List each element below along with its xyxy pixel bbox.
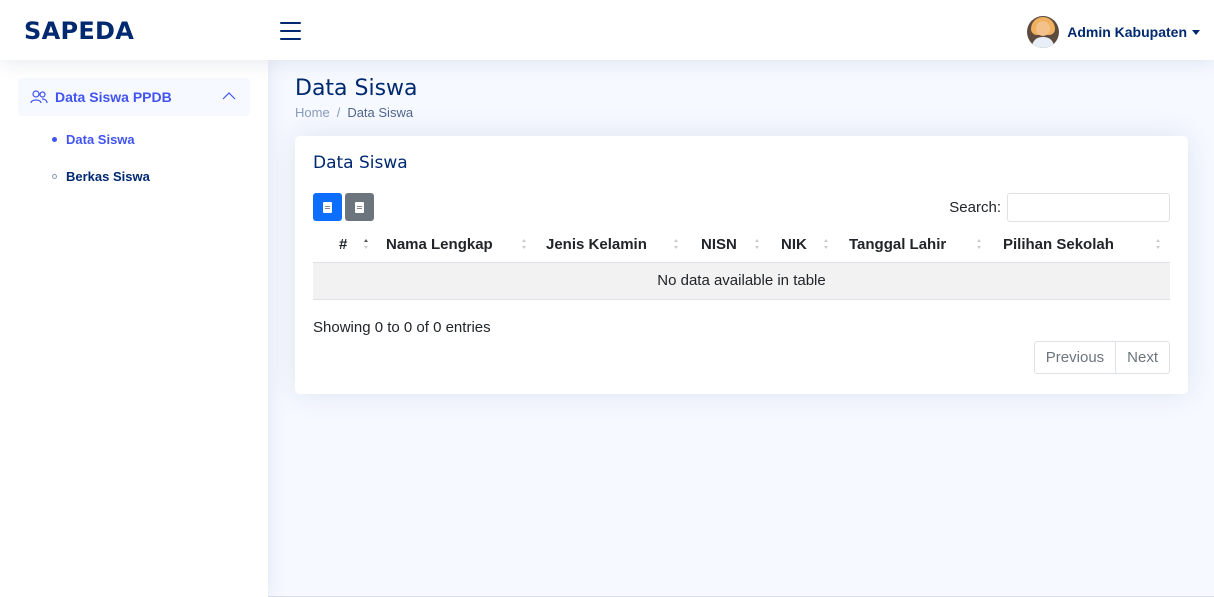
sort-icon (1155, 238, 1162, 252)
column-header-nik[interactable]: NIK (769, 228, 838, 263)
empty-table-message: No data available in table (313, 262, 1170, 300)
people-icon (30, 90, 48, 104)
bullet-icon (52, 136, 57, 142)
chevron-up-icon (222, 92, 236, 100)
profile-dropdown[interactable]: Admin Kabupaten (1027, 16, 1200, 48)
search-box: Search: (949, 193, 1170, 222)
sidebar-item-label: Data Siswa (66, 131, 135, 147)
sidebar-item-data-siswa-ppdb[interactable]: Data Siswa PPDB (18, 78, 250, 116)
data-card: Data Siswa Search: # Nama Lengkap Jenis … (295, 136, 1188, 394)
column-header-tanggal-lahir[interactable]: Tanggal Lahir (838, 228, 991, 263)
table-info: Showing 0 to 0 of 0 entries (313, 319, 491, 336)
table-header-row: # Nama Lengkap Jenis Kelamin NISN NIK Ta… (313, 228, 1170, 263)
sort-icon (363, 238, 370, 252)
next-button[interactable]: Next (1116, 341, 1170, 374)
previous-button[interactable]: Previous (1033, 341, 1117, 374)
breadcrumb-home[interactable]: Home (295, 105, 330, 120)
sort-icon (673, 238, 680, 252)
sidebar-item-berkas-siswa[interactable]: Berkas Siswa (52, 166, 150, 186)
sidebar-item-label: Data Siswa PPDB (55, 89, 172, 105)
page-title-block: Data Siswa Home / Data Siswa (295, 76, 418, 120)
sort-icon (754, 238, 761, 252)
search-input[interactable] (1007, 193, 1170, 222)
column-header-nisn[interactable]: NISN (688, 228, 769, 263)
bullet-icon (52, 173, 57, 179)
table-row: No data available in table (313, 262, 1170, 300)
pagination: Previous Next (1033, 341, 1170, 374)
sidebar-item-data-siswa[interactable]: Data Siswa (52, 129, 135, 149)
column-header-jenis-kelamin[interactable]: Jenis Kelamin (536, 228, 688, 263)
column-header-number[interactable]: # (313, 228, 378, 263)
caret-down-icon (1192, 29, 1200, 35)
sort-icon (521, 238, 528, 252)
data-table: # Nama Lengkap Jenis Kelamin NISN NIK Ta… (313, 228, 1170, 300)
breadcrumb-current: Data Siswa (347, 105, 414, 120)
avatar (1027, 16, 1060, 48)
file-excel-icon (323, 201, 332, 213)
menu-toggle-icon[interactable] (280, 22, 301, 40)
column-header-pilihan-sekolah[interactable]: Pilihan Sekolah (991, 228, 1170, 263)
export-excel-button[interactable] (313, 193, 342, 221)
column-header-nama-lengkap[interactable]: Nama Lengkap (378, 228, 536, 263)
header: SAPEDA Admin Kabupaten (0, 0, 1214, 60)
profile-name: Admin Kabupaten (1067, 24, 1187, 40)
breadcrumb: Home / Data Siswa (295, 105, 418, 120)
breadcrumb-separator: / (336, 105, 341, 120)
export-pdf-button[interactable] (345, 193, 374, 221)
search-label: Search: (949, 199, 1001, 216)
file-pdf-icon (355, 201, 364, 213)
sidebar: Data Siswa PPDB Data Siswa Berkas Siswa (0, 60, 268, 597)
page-title: Data Siswa (295, 76, 418, 101)
sidebar-item-label: Berkas Siswa (66, 168, 150, 184)
sort-icon (976, 238, 983, 252)
sort-icon (823, 238, 830, 252)
logo[interactable]: SAPEDA (24, 17, 134, 45)
card-title: Data Siswa (313, 153, 408, 173)
